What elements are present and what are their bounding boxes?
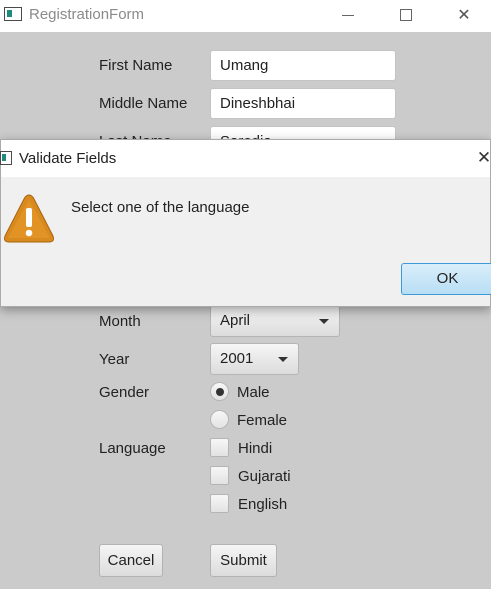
language-label: Language: [99, 440, 166, 457]
gender-label: Gender: [99, 384, 150, 401]
dialog-title: Validate Fields: [19, 150, 117, 167]
first-name-label: First Name: [99, 57, 173, 74]
chevron-down-icon: [319, 319, 329, 324]
close-button[interactable]: ✕: [444, 3, 484, 27]
chevron-down-icon: [278, 357, 288, 362]
window-title: RegistrationForm: [29, 6, 145, 23]
warning-icon: [4, 194, 54, 243]
gender-female-radio[interactable]: [210, 410, 229, 429]
dialog-close-button[interactable]: ✕: [475, 148, 491, 168]
app-icon: [4, 7, 22, 21]
middle-name-label: Middle Name: [99, 95, 188, 112]
maximize-button[interactable]: [386, 3, 426, 27]
year-select[interactable]: 2001: [210, 343, 299, 375]
month-select-value: April: [220, 312, 251, 329]
validate-fields-dialog: Validate Fields ✕ Select one of the lang…: [0, 139, 491, 307]
cancel-button[interactable]: Cancel: [99, 544, 163, 577]
gender-female-label: Female: [237, 412, 288, 429]
middle-name-field[interactable]: Dineshbhai: [210, 88, 396, 119]
language-hindi-label: Hindi: [238, 440, 273, 457]
minimize-button[interactable]: [328, 3, 368, 27]
month-label: Month: [99, 313, 141, 330]
month-select[interactable]: April: [210, 305, 340, 337]
dialog-titlebar: Validate Fields ✕: [0, 140, 491, 177]
language-gujarati-checkbox[interactable]: [210, 466, 229, 485]
first-name-field[interactable]: Umang: [210, 50, 396, 81]
dialog-app-icon: [0, 151, 12, 165]
language-english-label: English: [238, 496, 288, 513]
close-icon: ✕: [457, 7, 471, 24]
maximize-icon: [400, 9, 412, 21]
year-label: Year: [99, 351, 130, 368]
minimize-icon: [342, 14, 354, 16]
language-gujarati-label: Gujarati: [238, 468, 291, 485]
ok-button[interactable]: OK: [401, 263, 491, 295]
window-titlebar: RegistrationForm ✕: [0, 0, 491, 32]
registration-form: First Name Umang Middle Name Dineshbhai …: [0, 32, 491, 589]
submit-button[interactable]: Submit: [210, 544, 277, 577]
close-icon: ✕: [476, 148, 491, 167]
gender-male-label: Male: [237, 384, 270, 401]
year-select-value: 2001: [220, 350, 254, 367]
dialog-message: Select one of the language: [71, 199, 250, 216]
language-hindi-checkbox[interactable]: [210, 438, 229, 457]
language-english-checkbox[interactable]: [210, 494, 229, 513]
gender-male-radio[interactable]: [210, 382, 229, 401]
